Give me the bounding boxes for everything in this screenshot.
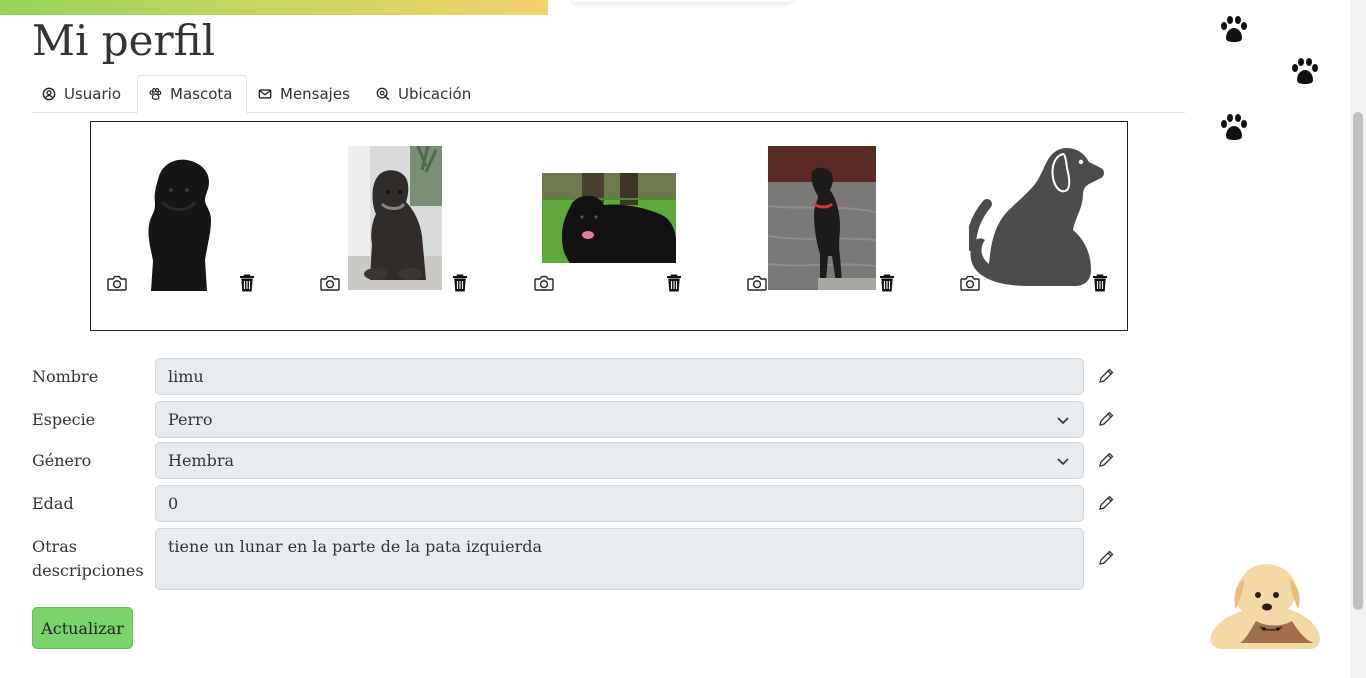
camera-icon — [747, 275, 767, 291]
trash-icon — [880, 274, 894, 292]
paw-icon — [149, 88, 162, 100]
tab-label: Ubicación — [398, 84, 472, 103]
location-icon — [376, 87, 389, 100]
pet-photo-5-placeholder[interactable] — [969, 144, 1105, 292]
genero-value: Hembra — [168, 451, 235, 470]
especie-select[interactable]: Perro — [155, 401, 1084, 438]
camera-button-4[interactable] — [746, 272, 768, 294]
nombre-value: limu — [168, 367, 204, 386]
tab-mascota[interactable]: Mascota — [137, 75, 247, 113]
tab-label: Mensajes — [280, 84, 350, 103]
delete-button-5[interactable] — [1089, 272, 1111, 294]
tab-mensajes[interactable]: Mensajes — [248, 75, 361, 112]
edit-nombre-pencil-icon[interactable] — [1097, 367, 1115, 385]
especie-label: Especie — [32, 410, 96, 429]
trash-icon — [453, 274, 467, 292]
actualizar-button[interactable]: Actualizar — [32, 607, 133, 649]
pet-photo-2[interactable] — [348, 146, 442, 290]
page-title: Mi perfil — [32, 16, 216, 65]
camera-button-3[interactable] — [533, 272, 555, 294]
otras-value: tiene un lunar en la parte de la pata iz… — [168, 537, 543, 556]
trash-icon — [240, 274, 254, 292]
profile-tabs: Usuario Mascota Mensajes Ubicación — [32, 75, 1185, 113]
otras-descripciones-textarea[interactable]: tiene un lunar en la parte de la pata iz… — [155, 528, 1084, 590]
delete-button-4[interactable] — [876, 272, 898, 294]
otras-label-line2: descripciones — [32, 561, 144, 580]
trash-icon — [1093, 274, 1107, 292]
tab-label: Mascota — [170, 85, 233, 103]
genero-label: Género — [32, 451, 92, 470]
camera-button-1[interactable] — [106, 272, 128, 294]
genero-select[interactable]: Hembra — [155, 442, 1084, 479]
otras-descripciones-label: Otras descripciones — [32, 535, 144, 583]
edit-genero-pencil-icon[interactable] — [1097, 451, 1115, 469]
nombre-input[interactable]: limu — [155, 358, 1084, 395]
camera-icon — [107, 275, 127, 291]
paw-icon — [1292, 58, 1318, 84]
tab-ubicacion[interactable]: Ubicación — [366, 75, 486, 112]
camera-button-5[interactable] — [959, 272, 981, 294]
trash-icon — [667, 274, 681, 292]
tab-label: Usuario — [64, 84, 122, 103]
otras-label-line1: Otras — [32, 537, 77, 556]
edad-label: Edad — [32, 494, 74, 513]
user-circle-icon — [42, 87, 56, 100]
pet-photo-gallery — [90, 121, 1128, 331]
camera-icon — [960, 275, 980, 291]
edad-input[interactable]: 0 — [155, 485, 1084, 522]
edit-edad-pencil-icon[interactable] — [1097, 494, 1115, 512]
delete-button-3[interactable] — [663, 272, 685, 294]
chevron-down-icon — [1057, 416, 1069, 424]
scrollbar-thumb[interactable] — [1353, 112, 1363, 610]
chevron-down-icon — [1057, 457, 1069, 465]
pet-photo-3[interactable] — [542, 173, 676, 263]
nombre-label: Nombre — [32, 367, 99, 386]
top-dropdown-edge — [572, 0, 792, 2]
puppy-kitten-image — [1200, 555, 1335, 657]
envelope-icon — [258, 88, 272, 99]
top-gradient-bar — [0, 0, 548, 15]
especie-value: Perro — [168, 410, 213, 429]
delete-button-1[interactable] — [236, 272, 258, 294]
pet-photo-4[interactable] — [768, 146, 876, 290]
pet-photo-1[interactable] — [141, 156, 219, 291]
camera-icon — [534, 275, 554, 291]
camera-button-2[interactable] — [319, 272, 341, 294]
page-scrollbar[interactable] — [1350, 0, 1366, 678]
paw-icon — [1221, 16, 1247, 42]
paw-icon — [1221, 114, 1247, 140]
camera-icon — [320, 275, 340, 291]
edit-otras-pencil-icon[interactable] — [1097, 549, 1115, 567]
delete-button-2[interactable] — [449, 272, 471, 294]
tab-usuario[interactable]: Usuario — [32, 75, 132, 112]
edit-especie-pencil-icon[interactable] — [1097, 410, 1115, 428]
edad-value: 0 — [168, 494, 179, 513]
